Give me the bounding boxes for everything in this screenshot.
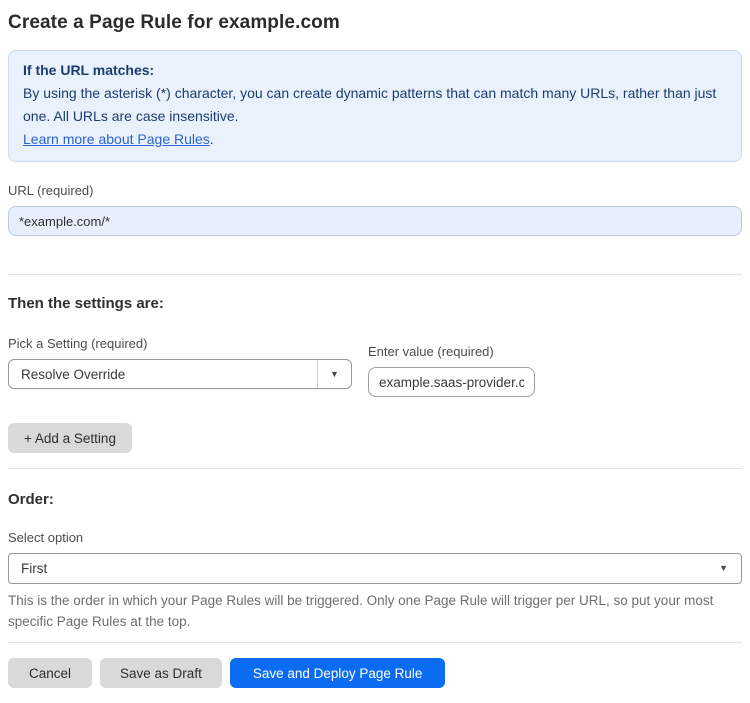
page-rule-form: Create a Page Rule for example.com If th… (0, 12, 750, 688)
url-input[interactable] (8, 206, 742, 236)
value-field-label: Enter value (required) (368, 344, 494, 359)
setting-value-input[interactable] (368, 367, 535, 397)
page-rules-link[interactable]: Learn more about Page Rules (23, 131, 210, 147)
divider (8, 274, 742, 275)
setting-picker-selected-value: Resolve Override (21, 366, 126, 382)
form-actions: Cancel Save as Draft Save and Deploy Pag… (8, 658, 742, 688)
save-deploy-button[interactable]: Save and Deploy Page Rule (229, 658, 446, 688)
cancel-button[interactable]: Cancel (8, 658, 93, 688)
order-select[interactable]: First ▼ (8, 553, 742, 584)
divider (8, 468, 742, 469)
add-setting-button[interactable]: + Add a Setting (8, 423, 132, 453)
divider (8, 642, 742, 643)
info-box-link-line: Learn more about Page Rules. (23, 128, 727, 151)
page-title: Create a Page Rule for example.com (8, 12, 340, 33)
save-draft-button[interactable]: Save as Draft (100, 658, 222, 688)
chevron-down-icon: ▼ (330, 368, 339, 379)
info-box-heading: If the URL matches: (23, 62, 155, 78)
setting-value-column: Enter value (required) (368, 344, 535, 397)
order-selected-value: First (21, 561, 48, 576)
url-field-label: URL (required) (8, 183, 94, 198)
order-section-heading: Order: (8, 491, 54, 508)
info-box-body: By using the asterisk (*) character, you… (23, 85, 717, 124)
url-match-info-box: If the URL matches: By using the asteris… (8, 50, 742, 162)
order-help-text: This is the order in which your Page Rul… (8, 593, 714, 629)
setting-picker-select[interactable]: Resolve Override ▼ (8, 359, 352, 389)
link-suffix: . (209, 131, 214, 147)
setting-picker-column: Pick a Setting (required) Resolve Overri… (8, 336, 352, 397)
setting-picker-label: Pick a Setting (required) (8, 336, 148, 351)
setting-picker-arrow-button[interactable]: ▼ (317, 360, 351, 388)
order-select-label: Select option (8, 530, 84, 545)
settings-section-heading: Then the settings are: (8, 295, 164, 312)
chevron-down-icon: ▼ (719, 563, 728, 573)
settings-row: Pick a Setting (required) Resolve Overri… (8, 336, 742, 397)
